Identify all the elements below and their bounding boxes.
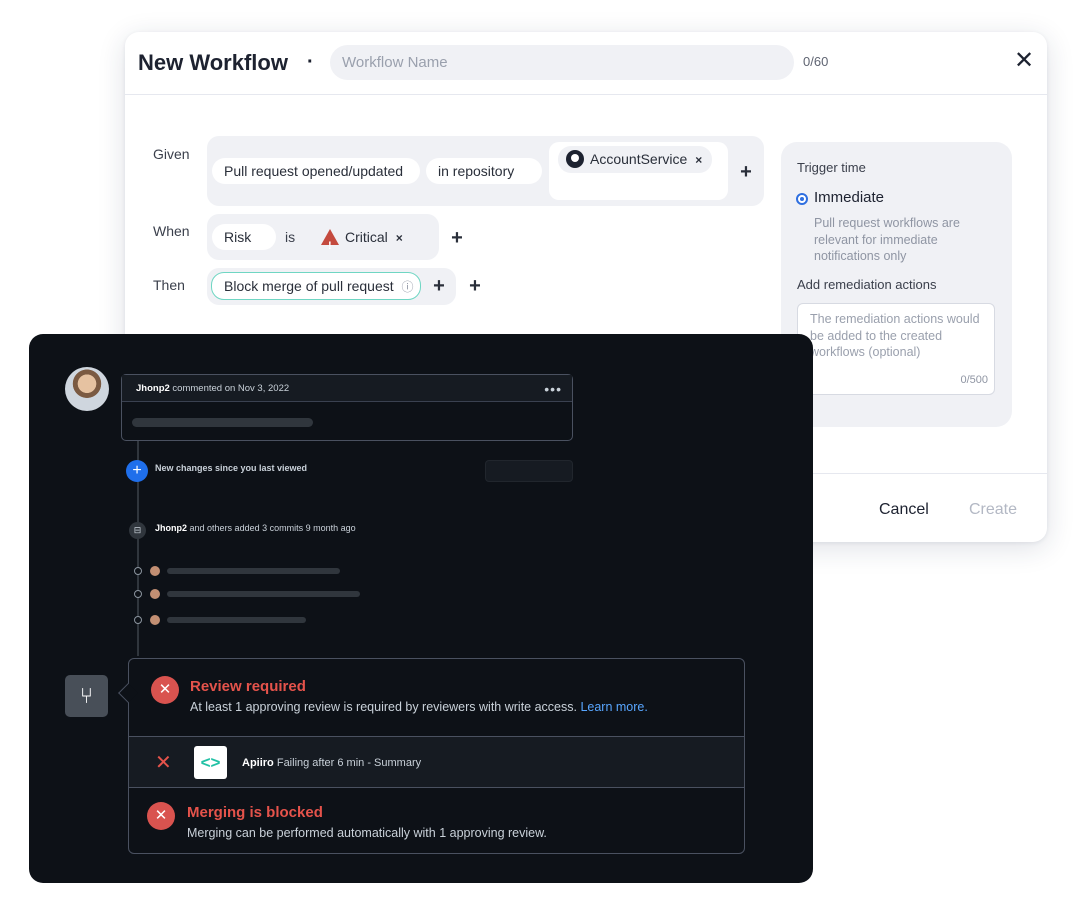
- commit-node: [134, 616, 142, 624]
- commit-avatar: [150, 589, 160, 599]
- scope-chip[interactable]: in repository: [426, 158, 542, 184]
- remediation-label: Add remediation actions: [797, 277, 937, 292]
- add-then-icon-inner[interactable]: +: [431, 276, 447, 296]
- comment-date: commented on Nov 3, 2022: [172, 383, 290, 394]
- check-status: Failing after 6 min - Summary: [276, 757, 422, 769]
- repo-chip[interactable]: AccountService ×: [558, 146, 712, 173]
- merge-status-box: ✕ Review required At least 1 approving r…: [118, 658, 745, 854]
- comment-header-text: Jhonp2 commented on Nov 3, 2022: [136, 383, 289, 394]
- commit-message-placeholder[interactable]: [167, 591, 360, 597]
- block-merge-label: Block merge of pull request: [224, 278, 394, 294]
- comment-author[interactable]: Jhonp2: [136, 383, 170, 394]
- risk-field-label: Risk: [224, 229, 252, 245]
- comment-box: Jhonp2 commented on Nov 3, 2022 •••: [121, 374, 573, 441]
- new-changes-icon: +: [126, 460, 148, 482]
- trigger-panel: Trigger time Immediate Pull request work…: [781, 142, 1012, 427]
- comment-body-placeholder: [132, 418, 313, 427]
- when-label: When: [153, 223, 190, 239]
- add-given-icon[interactable]: +: [738, 162, 754, 182]
- check-name: Apiiro: [242, 757, 274, 769]
- review-required-desc: At least 1 approving review is required …: [190, 700, 648, 714]
- apiiro-logo-icon: <>: [194, 746, 227, 779]
- immediate-option-label: Immediate: [814, 189, 885, 206]
- commits-icon: ⊟: [129, 522, 146, 539]
- add-when-icon[interactable]: +: [449, 228, 465, 248]
- scope-chip-label: in repository: [438, 163, 515, 179]
- learn-more-link[interactable]: Learn more.: [580, 700, 647, 714]
- merging-blocked-desc: Merging can be performed automatically w…: [187, 826, 547, 840]
- close-icon[interactable]: ✕: [1013, 49, 1035, 73]
- commits-summary: Jhonp2 and others added 3 commits 9 mont…: [155, 523, 356, 533]
- operator-label: is: [285, 229, 296, 245]
- modal-title: New Workflow: [138, 50, 288, 75]
- warning-icon: [321, 229, 339, 261]
- trigger-description: Pull request workflows are relevant for …: [814, 216, 960, 263]
- canvas: New Workflow · Workflow Name 0/60 ✕ Give…: [0, 0, 1080, 913]
- risk-value-label: Critical: [345, 229, 388, 245]
- block-merge-chip[interactable]: Block merge of pull request ⓘ: [211, 272, 421, 300]
- cancel-button[interactable]: Cancel: [879, 501, 929, 519]
- view-changes-button[interactable]: [485, 460, 573, 482]
- merging-blocked-title: Merging is blocked: [187, 804, 323, 821]
- trigger-time-label: Trigger time: [797, 160, 866, 175]
- failed-check-icon: ✕: [155, 752, 172, 774]
- more-options-icon[interactable]: •••: [544, 381, 562, 397]
- blocked-error-icon: ✕: [147, 802, 175, 830]
- remove-repo-icon[interactable]: ×: [695, 153, 702, 167]
- name-char-counter: 0/60: [803, 54, 829, 69]
- risk-field-chip[interactable]: Risk: [212, 224, 276, 250]
- given-label: Given: [153, 146, 190, 162]
- add-then-icon[interactable]: +: [467, 276, 483, 296]
- title-separator: ·: [307, 51, 314, 73]
- info-icon[interactable]: ⓘ: [402, 280, 414, 294]
- commits-meta: and others added 3 commits 9 month ago: [189, 523, 356, 533]
- commit-avatar: [150, 566, 160, 576]
- new-changes-label: New changes since you last viewed: [155, 463, 308, 473]
- remediation-char-counter: 0/500: [960, 373, 988, 386]
- check-row-apiiro[interactable]: ✕ <> Apiiro Failing after 6 min - Summar…: [129, 736, 744, 788]
- event-chip-label: Pull request opened/updated: [224, 163, 404, 179]
- modal-header: New Workflow · Workflow Name 0/60 ✕: [125, 32, 1047, 95]
- github-icon: [566, 150, 584, 168]
- commit-message-placeholder[interactable]: [167, 568, 340, 574]
- commit-node: [134, 567, 142, 575]
- commits-author[interactable]: Jhonp2: [155, 523, 187, 533]
- commit-message-placeholder[interactable]: [167, 617, 306, 623]
- review-error-icon: ✕: [151, 676, 179, 704]
- github-pr-panel: Jhonp2 commented on Nov 3, 2022 ••• + Ne…: [29, 334, 813, 883]
- merge-icon: ⑂: [65, 675, 108, 717]
- then-label: Then: [153, 277, 185, 293]
- commit-node: [134, 590, 142, 598]
- avatar[interactable]: [65, 367, 109, 411]
- create-button[interactable]: Create: [969, 501, 1017, 519]
- review-required-title: Review required: [190, 678, 306, 695]
- remove-risk-icon[interactable]: ×: [396, 231, 403, 245]
- event-chip[interactable]: Pull request opened/updated: [212, 158, 420, 184]
- workflow-name-input[interactable]: Workflow Name: [330, 45, 794, 80]
- immediate-radio[interactable]: [796, 193, 808, 205]
- remediation-textarea[interactable]: The remediation actions would be added t…: [797, 303, 995, 395]
- merge-box-pointer: [118, 683, 138, 703]
- check-summary: Apiiro Failing after 6 min - Summary: [242, 757, 421, 769]
- commit-avatar: [150, 615, 160, 625]
- review-desc-text: At least 1 approving review is required …: [190, 700, 577, 714]
- risk-value-chip[interactable]: Critical ×: [313, 222, 415, 261]
- remediation-placeholder: The remediation actions would be added t…: [810, 312, 980, 359]
- repo-chip-label: AccountService: [590, 151, 688, 167]
- comment-header: Jhonp2 commented on Nov 3, 2022 •••: [122, 375, 572, 402]
